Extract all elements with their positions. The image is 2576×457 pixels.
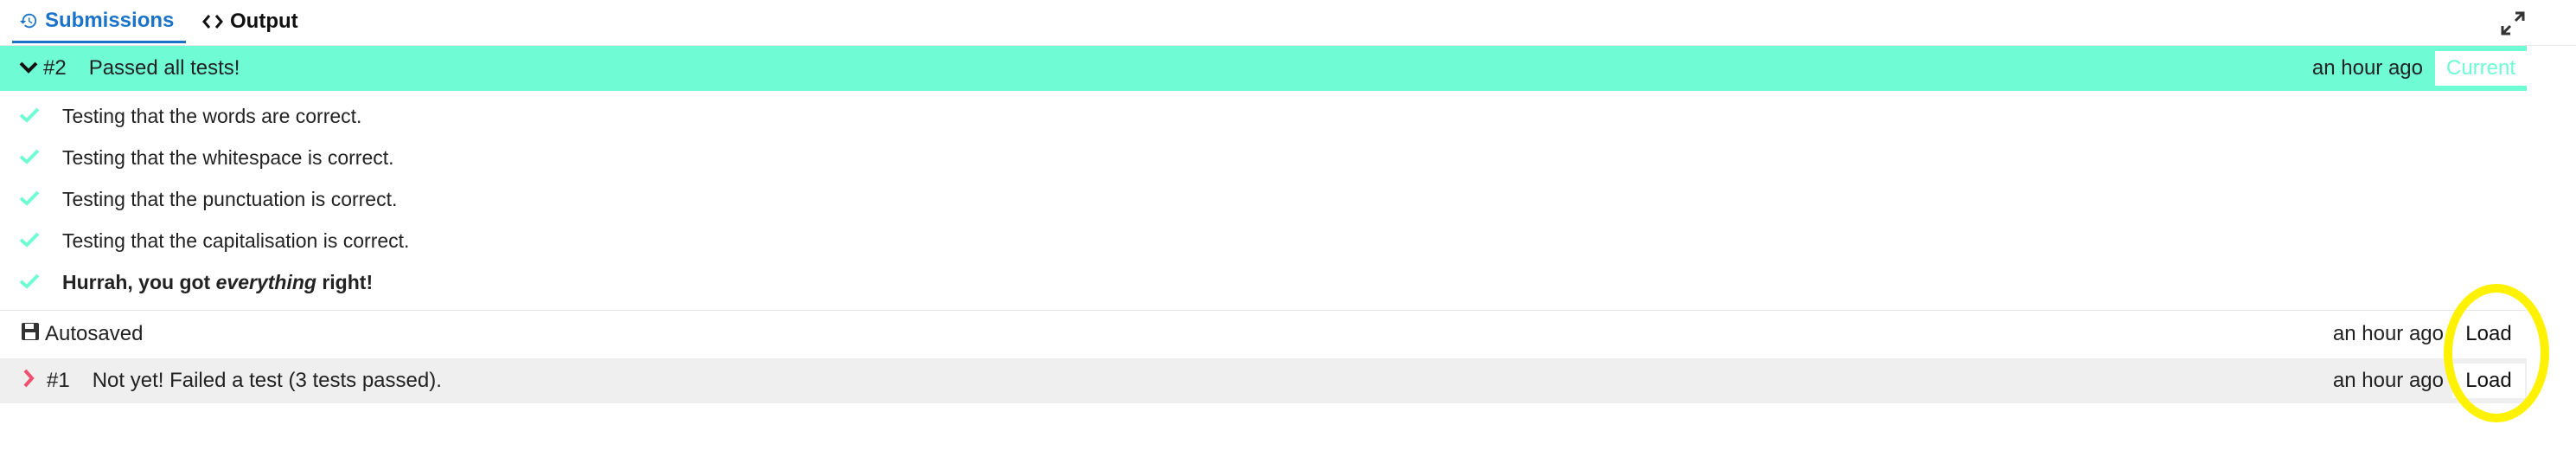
- final-message: Hurrah, you got everything right!: [62, 271, 373, 294]
- test-result-row: Testing that the words are correct.: [0, 95, 2527, 137]
- autosaved-row[interactable]: Autosaved an hour ago Load: [0, 312, 2527, 357]
- test-result-row: Testing that the capitalisation is corre…: [0, 220, 2527, 261]
- check-icon: [19, 188, 43, 211]
- final-message-after: right!: [316, 270, 374, 293]
- autosaved-time: an hour ago: [2332, 322, 2444, 345]
- final-message-row: Hurrah, you got everything right!: [0, 261, 2527, 303]
- test-result-text: Testing that the punctuation is correct.: [62, 187, 398, 210]
- check-icon: [19, 146, 43, 170]
- submission-number: #2: [43, 56, 67, 80]
- final-message-before: Hurrah, you got: [62, 270, 216, 293]
- submission-number: #1: [47, 369, 70, 392]
- chevron-right-icon[interactable]: [22, 369, 35, 394]
- check-icon: [19, 229, 43, 253]
- check-icon: [19, 105, 43, 128]
- load-autosaved-button[interactable]: Load: [2452, 317, 2525, 351]
- history-icon: [19, 11, 38, 30]
- test-result-row: Testing that the whitespace is correct.: [0, 137, 2527, 178]
- current-submission-header[interactable]: #2 Passed all tests! an hour ago Current: [0, 46, 2527, 91]
- save-icon: [21, 322, 40, 347]
- code-icon: [202, 13, 223, 30]
- tab-output[interactable]: Output: [194, 0, 307, 43]
- test-results: Testing that the words are correct. Test…: [0, 95, 2527, 303]
- submission-time: an hour ago: [2311, 56, 2423, 80]
- submission-status: Passed all tests!: [88, 56, 240, 80]
- check-icon: [19, 271, 43, 294]
- tab-submissions[interactable]: Submissions: [12, 0, 187, 43]
- test-result-text: Testing that the words are correct.: [62, 104, 362, 127]
- load-submission-button[interactable]: Load: [2452, 364, 2525, 398]
- tab-bar: Submissions Output: [0, 0, 2576, 46]
- submission-status: Not yet! Failed a test (3 tests passed).: [92, 369, 442, 392]
- tab-submissions-label: Submissions: [45, 8, 175, 32]
- chevron-down-icon[interactable]: [19, 56, 38, 80]
- test-result-text: Testing that the capitalisation is corre…: [62, 228, 410, 252]
- final-message-emphasis: everything: [215, 270, 316, 293]
- failed-submission-row[interactable]: #1 Not yet! Failed a test (3 tests passe…: [0, 358, 2527, 403]
- expand-icon[interactable]: [2500, 10, 2526, 36]
- submissions-panel: Submissions Output #2 Passed all tests! …: [0, 0, 2576, 457]
- test-result-row: Testing that the punctuation is correct.: [0, 178, 2527, 220]
- autosaved-label: Autosaved: [45, 322, 144, 345]
- test-result-text: Testing that the whitespace is correct.: [62, 145, 394, 169]
- divider: [0, 310, 2527, 311]
- tab-output-label: Output: [230, 10, 298, 33]
- current-button[interactable]: Current: [2435, 51, 2527, 86]
- submission-time: an hour ago: [2332, 369, 2444, 392]
